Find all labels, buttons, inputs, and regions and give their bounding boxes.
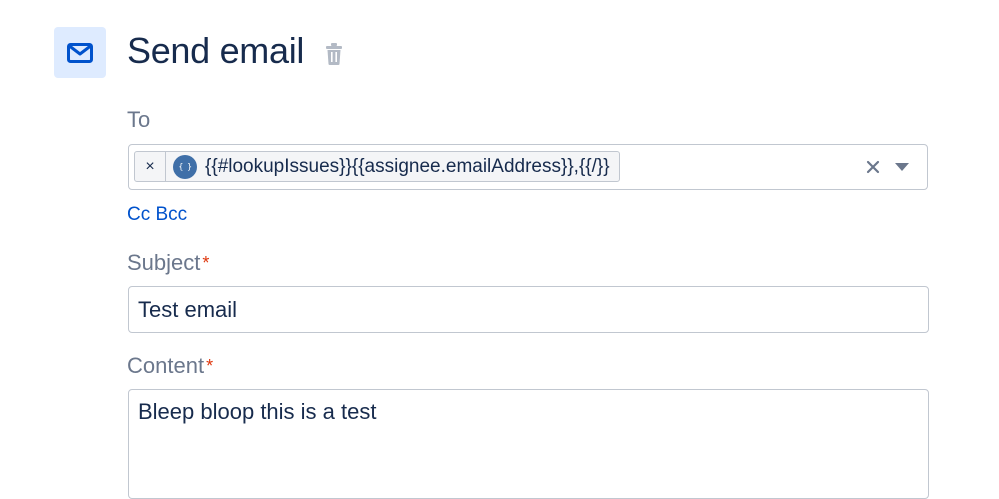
to-recipients-field[interactable]: × { } {{#lookupIssues}}{{assignee.emailA… [128,144,928,190]
clear-button[interactable] [863,156,883,178]
content-label: Content * [127,352,213,380]
send-email-icon-tile [54,27,106,78]
recipient-chip: × { } {{#lookupIssues}}{{assignee.emailA… [134,151,620,182]
content-textarea[interactable]: Bleep bloop this is a test [128,389,929,499]
page-title: Send email [127,30,305,71]
subject-input[interactable] [128,286,929,333]
subject-label-text: Subject [127,250,201,275]
delete-action[interactable] [323,41,345,67]
mail-icon [67,42,93,63]
chip-value: {{#lookupIssues}}{{assignee.emailAddress… [205,155,610,177]
to-label: To [127,107,151,132]
dropdown-toggle[interactable] [893,159,911,175]
clear-icon [866,160,880,174]
subject-label: Subject * [127,249,209,277]
cc-bcc-link[interactable]: Cc Bcc [127,203,187,227]
smart-value-icon: { } [173,154,197,179]
required-mark: * [206,356,214,376]
chevron-down-icon [895,163,909,171]
chip-remove-button[interactable]: × [135,152,166,181]
required-mark: * [202,253,210,273]
trash-icon [326,43,342,65]
content-label-text: Content [127,353,205,378]
